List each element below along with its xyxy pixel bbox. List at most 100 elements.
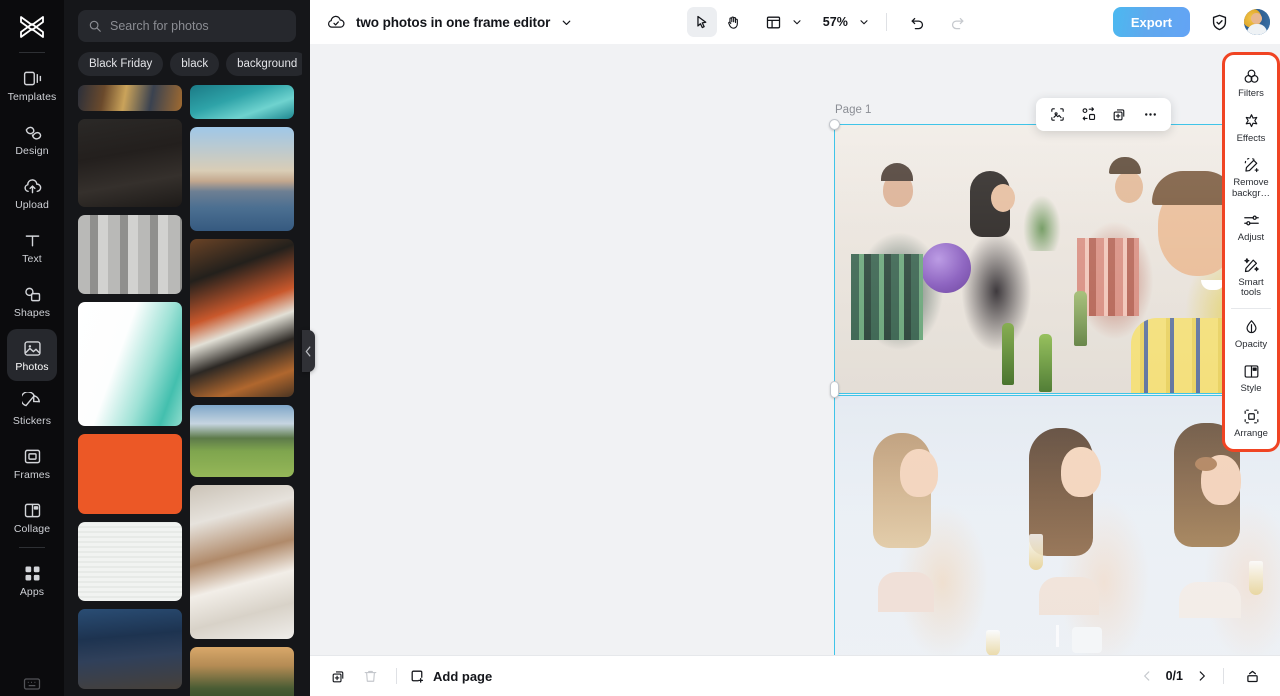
redo-button[interactable] bbox=[943, 7, 973, 37]
tool-label: Adjust bbox=[1237, 232, 1265, 243]
photos-icon bbox=[22, 337, 43, 359]
search-box[interactable] bbox=[78, 10, 296, 42]
sidebar-item-text[interactable]: Text bbox=[7, 221, 57, 273]
photo-thumbnail[interactable] bbox=[190, 405, 294, 477]
sidebar-item-label: Photos bbox=[15, 361, 49, 373]
photo-thumbnail[interactable] bbox=[78, 434, 182, 514]
apps-grid-icon bbox=[22, 562, 43, 584]
user-avatar[interactable] bbox=[1244, 9, 1270, 35]
tag-chip[interactable]: Black Friday bbox=[78, 52, 164, 76]
prev-page-button[interactable] bbox=[1140, 669, 1154, 683]
tag-chip[interactable]: background bbox=[226, 52, 302, 76]
zoom-level[interactable]: 57% bbox=[821, 15, 850, 29]
frames-icon bbox=[22, 445, 43, 467]
sidebar-item-collage[interactable]: Collage bbox=[7, 491, 57, 543]
photo-thumbnail[interactable] bbox=[190, 127, 294, 231]
photo-thumbnail[interactable] bbox=[78, 215, 182, 294]
resize-handle-left[interactable] bbox=[830, 381, 839, 398]
capcut-editor: Templates Design Upload Text Shapes Phot… bbox=[0, 0, 1280, 696]
panel-collapse-handle[interactable] bbox=[302, 330, 315, 372]
title-chevron-down-icon[interactable] bbox=[560, 16, 573, 29]
photos-panel: Black Friday black background bbox=[64, 0, 310, 696]
layout-control bbox=[759, 7, 803, 37]
sidebar-item-shapes[interactable]: Shapes bbox=[7, 275, 57, 327]
photo-thumbnail[interactable] bbox=[78, 609, 182, 689]
photo-thumbnail[interactable] bbox=[190, 485, 294, 639]
capcut-logo-icon[interactable] bbox=[14, 10, 50, 44]
sidebar-item-stickers[interactable]: Stickers bbox=[7, 383, 57, 435]
tool-filters[interactable]: Filters bbox=[1227, 60, 1275, 105]
tool-label: Smart tools bbox=[1238, 276, 1264, 298]
search-input[interactable] bbox=[110, 19, 286, 33]
three-women-champagne-photo[interactable] bbox=[834, 395, 1280, 655]
duplicate-icon[interactable] bbox=[1105, 101, 1133, 128]
layout-chevron-down-icon[interactable] bbox=[791, 16, 803, 28]
tool-label: Effects bbox=[1236, 132, 1266, 144]
sidebar-item-frames[interactable]: Frames bbox=[7, 437, 57, 489]
zoom-chevron-down-icon[interactable] bbox=[858, 16, 870, 28]
add-page-button[interactable]: Add page bbox=[409, 668, 492, 685]
text-icon bbox=[22, 229, 43, 251]
layout-button[interactable] bbox=[759, 7, 789, 37]
party-friends-photo[interactable] bbox=[829, 119, 1280, 398]
photo-grid bbox=[72, 85, 302, 696]
tool-smart-tools[interactable]: Smart tools bbox=[1227, 249, 1275, 304]
photo-thumbnail[interactable] bbox=[190, 85, 294, 119]
style-icon bbox=[1242, 362, 1261, 381]
export-button[interactable]: Export bbox=[1112, 7, 1190, 37]
tool-adjust[interactable]: Adjust bbox=[1227, 204, 1275, 249]
tag-chip[interactable]: black bbox=[170, 52, 220, 76]
adjust-sliders-icon bbox=[1242, 211, 1261, 230]
panel-toggle-icon[interactable] bbox=[1238, 662, 1266, 690]
duplicate-page-icon[interactable] bbox=[324, 662, 352, 690]
undo-button[interactable] bbox=[903, 7, 933, 37]
replace-swap-icon[interactable] bbox=[1074, 101, 1102, 128]
keyboard-icon[interactable] bbox=[22, 676, 42, 692]
next-page-button[interactable] bbox=[1195, 669, 1209, 683]
sidebar-divider bbox=[19, 52, 45, 53]
ellipsis-icon[interactable] bbox=[1136, 101, 1164, 128]
photo-thumbnail[interactable] bbox=[190, 647, 294, 696]
sidebar-item-design[interactable]: Design bbox=[7, 113, 57, 165]
tools-divider bbox=[1231, 307, 1271, 309]
collage-icon bbox=[22, 499, 43, 521]
toolbar-divider bbox=[885, 13, 887, 31]
element-float-toolbar bbox=[1036, 98, 1171, 131]
select-tool-button[interactable] bbox=[686, 7, 717, 37]
sidebar-item-photos[interactable]: Photos bbox=[7, 329, 57, 381]
photo-thumbnail[interactable] bbox=[190, 239, 294, 397]
tool-arrange[interactable]: Arrange bbox=[1227, 400, 1275, 445]
canvas-tools bbox=[686, 7, 749, 37]
photo-image bbox=[835, 125, 1280, 393]
photo-grid-column-right bbox=[190, 85, 294, 696]
sidebar-item-upload[interactable]: Upload bbox=[7, 167, 57, 219]
search-tags: Black Friday black background bbox=[72, 42, 302, 85]
hand-tool-button[interactable] bbox=[719, 7, 749, 37]
sidebar-item-label: Apps bbox=[19, 586, 45, 598]
sidebar-item-label: Text bbox=[22, 253, 42, 265]
bottom-divider bbox=[396, 668, 397, 684]
canvas[interactable]: Page 1 bbox=[310, 44, 1280, 655]
sidebar-item-apps[interactable]: Apps bbox=[7, 554, 57, 606]
upload-cloud-icon bbox=[22, 175, 43, 197]
photo-thumbnail[interactable] bbox=[78, 119, 182, 207]
tool-remove-background[interactable]: Remove backgr… bbox=[1227, 149, 1275, 204]
delete-page-button[interactable] bbox=[356, 662, 384, 690]
photo-thumbnail[interactable] bbox=[78, 522, 182, 601]
tool-opacity[interactable]: Opacity bbox=[1227, 311, 1275, 356]
shield-check-icon[interactable] bbox=[1204, 7, 1234, 37]
resize-handle-tl[interactable] bbox=[829, 119, 840, 130]
sidebar-item-label: Frames bbox=[13, 469, 51, 481]
sidebar-item-templates[interactable]: Templates bbox=[7, 59, 57, 111]
tool-style[interactable]: Style bbox=[1227, 355, 1275, 400]
photo-thumbnail[interactable] bbox=[78, 85, 182, 111]
document-title[interactable]: two photos in one frame editor bbox=[356, 15, 550, 30]
add-page-label: Add page bbox=[433, 668, 493, 684]
left-sidebar: Templates Design Upload Text Shapes Phot… bbox=[0, 0, 64, 696]
opacity-drop-icon bbox=[1242, 318, 1261, 337]
photo-thumbnail[interactable] bbox=[78, 302, 182, 426]
cloud-saved-icon bbox=[326, 12, 346, 32]
crop-selection-icon[interactable] bbox=[1043, 101, 1071, 128]
arrange-icon bbox=[1242, 407, 1261, 426]
tool-effects[interactable]: Effects bbox=[1227, 105, 1275, 150]
